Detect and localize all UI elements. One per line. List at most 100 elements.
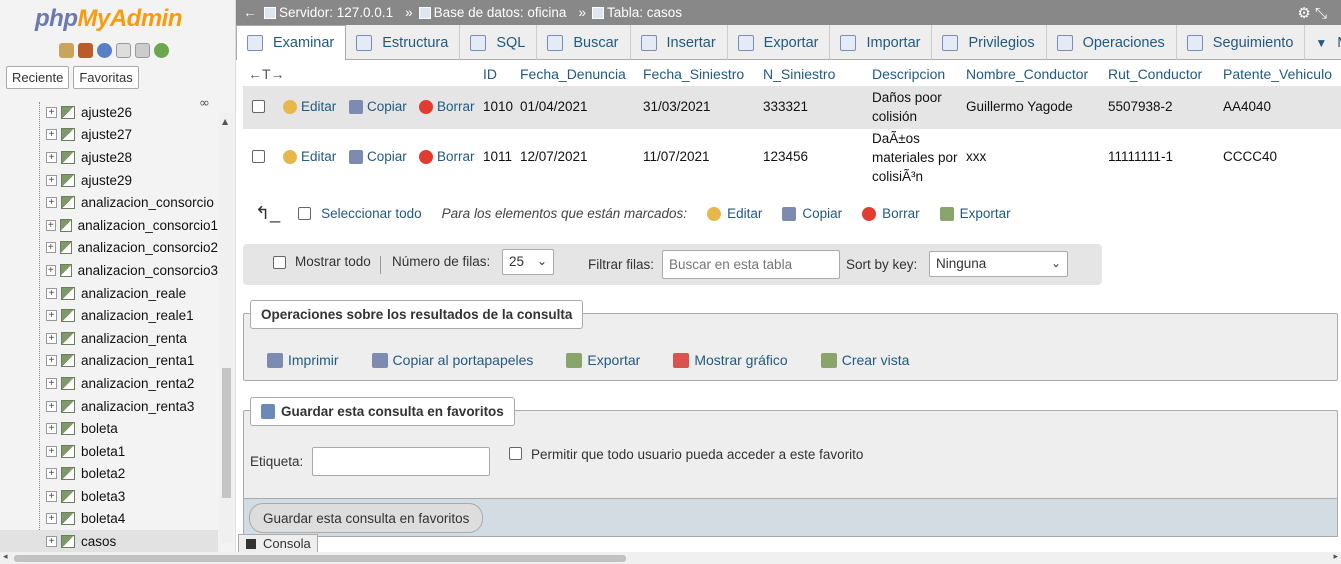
tab-favoritas[interactable]: Favoritas — [73, 66, 139, 89]
home-icon[interactable] — [59, 43, 74, 58]
scroll-up-icon[interactable]: ▲ — [222, 117, 228, 126]
tree-item[interactable]: + analizacion_renta2 — [0, 372, 218, 395]
allow-all-checkbox[interactable] — [509, 447, 522, 460]
tree-item[interactable]: + analizacion_reale — [0, 282, 218, 305]
expand-icon[interactable]: + — [46, 106, 57, 118]
logout-icon[interactable] — [78, 43, 93, 58]
copy-link[interactable]: Copiar — [349, 149, 407, 164]
delete-link[interactable]: Borrar — [419, 99, 475, 114]
nav-scrollbar[interactable]: ▲ — [219, 113, 233, 543]
tab-operaciones[interactable]: Operaciones — [1047, 25, 1177, 60]
column-nombre-conductor[interactable]: Nombre_Conductor — [966, 66, 1088, 82]
breadcrumb-database[interactable]: Base de datos: oficina — [418, 5, 566, 20]
tree-item[interactable]: + boleta2 — [0, 463, 218, 486]
expand-icon[interactable]: + — [46, 355, 57, 367]
tab-estructura[interactable]: Estructura — [346, 25, 461, 60]
expand-icon[interactable]: + — [46, 264, 56, 276]
edit-link[interactable]: Editar — [283, 149, 336, 164]
tree-item[interactable]: + ajuste27 — [0, 124, 218, 147]
tab-exportar[interactable]: Exportar — [728, 25, 831, 60]
tree-item[interactable]: + ajuste29 — [0, 169, 218, 192]
expand-icon[interactable]: + — [46, 513, 57, 525]
tab-reciente[interactable]: Reciente — [6, 66, 70, 89]
expand-icon[interactable]: + — [46, 400, 57, 412]
breadcrumb-table[interactable]: Tabla: casos — [591, 5, 682, 20]
bulk-copy-button[interactable]: Copiar — [782, 206, 842, 221]
bulk-export-button[interactable]: Exportar — [939, 206, 1011, 221]
column-fecha-siniestro[interactable]: Fecha_Siniestro — [643, 66, 744, 82]
expand-icon[interactable]: + — [46, 490, 57, 502]
tab-more[interactable]: ▼M — [1305, 25, 1341, 60]
tree-item[interactable]: + boleta1 — [0, 440, 218, 463]
expand-icon[interactable]: + — [46, 536, 57, 548]
tree-item[interactable]: + analizacion_renta — [0, 327, 218, 350]
tab-examinar[interactable]: Examinar — [236, 25, 347, 60]
rows-select[interactable]: 25 ⌄ — [502, 249, 554, 275]
bulk-delete-button[interactable]: Borrar — [862, 206, 920, 221]
tree-item[interactable]: + casos — [0, 530, 218, 552]
copy-link[interactable]: Copiar — [349, 99, 407, 114]
help-icon[interactable] — [97, 43, 112, 58]
tree-item[interactable]: + analizacion_renta1 — [0, 350, 218, 373]
column-rut-conductor[interactable]: Rut_Conductor — [1108, 66, 1202, 82]
chart-link[interactable]: Mostrar gráfico — [673, 352, 788, 368]
settings-icon[interactable] — [135, 43, 150, 58]
select-all[interactable]: Seleccionar todo — [298, 206, 422, 221]
expand-icon[interactable]: + — [46, 310, 57, 322]
tree-item[interactable]: + boleta3 — [0, 485, 218, 508]
scroll-right-icon[interactable]: ▸ — [1333, 552, 1338, 562]
expand-icon[interactable]: + — [46, 468, 57, 480]
breadcrumb-server[interactable]: Servidor: 127.0.0.1 — [264, 5, 393, 20]
expand-icon[interactable]: + — [46, 287, 57, 299]
sort-select[interactable]: Ninguna ⌄ — [929, 251, 1068, 277]
bulk-edit-button[interactable]: Editar — [707, 206, 762, 221]
expand-icon[interactable]: + — [46, 219, 56, 231]
tree-item[interactable]: + ajuste26 — [0, 101, 218, 124]
tab-privilegios[interactable]: Privilegios — [932, 25, 1047, 60]
show-all-checkbox[interactable] — [273, 256, 286, 269]
column-fecha-denuncia[interactable]: Fecha_Denuncia — [520, 66, 626, 82]
column-id[interactable]: ID — [483, 66, 497, 82]
tab-importar[interactable]: Importar — [830, 25, 933, 60]
tab-sql[interactable]: SQL — [460, 25, 538, 60]
back-arrow-icon[interactable]: ← — [236, 5, 264, 20]
tree-item[interactable]: + boleta — [0, 417, 218, 440]
expand-icon[interactable]: + — [46, 377, 57, 389]
docs-icon[interactable] — [116, 43, 131, 58]
tree-item[interactable]: + analizacion_consorcio2 — [0, 237, 218, 260]
tree-item[interactable]: + analizacion_consorcio3 — [0, 259, 218, 282]
column-arrows-icon[interactable]: ←T→ — [248, 66, 285, 82]
export-link[interactable]: Exportar — [566, 352, 640, 368]
bookmark-label-input[interactable] — [312, 447, 490, 476]
row-checkbox[interactable] — [252, 100, 265, 113]
copy-clipboard-link[interactable]: Copiar al portapapeles — [371, 352, 533, 368]
tree-item[interactable]: + boleta4 — [0, 508, 218, 531]
expand-icon[interactable]: + — [46, 151, 57, 163]
tree-item[interactable]: + analizacion_renta3 — [0, 395, 218, 418]
expand-icon[interactable]: + — [46, 423, 57, 435]
edit-link[interactable]: Editar — [283, 99, 336, 114]
column-descripcion[interactable]: Descripcion — [872, 66, 945, 82]
expand-icon[interactable]: + — [46, 445, 57, 457]
horizontal-scrollbar[interactable]: ◂ ▸ — [0, 552, 1341, 564]
console-toggle[interactable]: Consola — [238, 534, 318, 553]
tree-item[interactable]: + analizacion_consorcio1 — [0, 214, 218, 237]
expand-icon[interactable]: + — [46, 174, 57, 186]
tree-item[interactable]: + analizacion_reale1 — [0, 304, 218, 327]
tree-item[interactable]: + ajuste28 — [0, 146, 218, 169]
reload-icon[interactable] — [154, 43, 169, 58]
scroll-left-icon[interactable]: ◂ — [3, 552, 8, 562]
print-link[interactable]: Imprimir — [267, 352, 339, 368]
tab-insertar[interactable]: Insertar — [631, 25, 728, 60]
create-view-link[interactable]: Crear vista — [820, 352, 909, 368]
delete-link[interactable]: Borrar — [419, 149, 475, 164]
expand-icon[interactable]: + — [46, 129, 57, 141]
expand-icon[interactable]: + — [46, 197, 57, 209]
nav-scroll-thumb[interactable] — [222, 368, 231, 498]
save-bookmark-button[interactable]: Guardar esta consulta en favoritos — [249, 503, 484, 533]
column-n-siniestro[interactable]: N_Siniestro — [763, 66, 835, 82]
row-checkbox[interactable] — [252, 150, 265, 163]
filter-input[interactable] — [662, 250, 840, 279]
logo[interactable]: phpMyAdmin — [35, 5, 182, 33]
gear-icon[interactable]: ⚙ ⤡ — [1297, 4, 1327, 22]
